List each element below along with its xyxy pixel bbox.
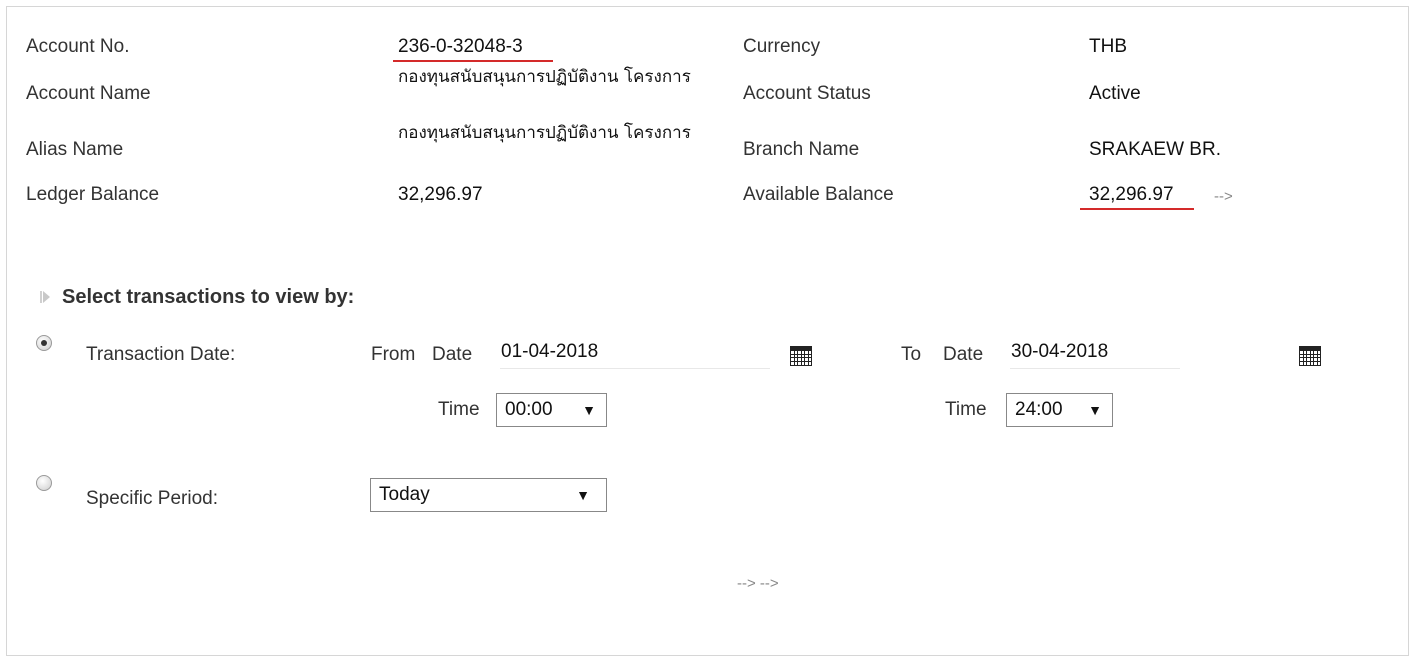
from-time-select[interactable]: 00:00 ▼ [496, 393, 607, 427]
specific-period-label: Specific Period: [86, 488, 219, 509]
ledger-balance-value: 32,296.97 [398, 184, 483, 205]
from-time-value: 00:00 [505, 399, 553, 420]
currency-value: THB [1089, 36, 1127, 57]
from-date-field-line [500, 368, 770, 369]
alias-name-value: กองทุนสนับสนุนการปฏิบัติงาน โครงการ [398, 123, 691, 143]
account-no-label: Account No. [26, 36, 130, 57]
account-panel [6, 6, 1409, 656]
specific-period-value: Today [379, 484, 430, 505]
select-transactions-title: Select transactions to view by: [62, 286, 355, 308]
from-date-input[interactable]: 01-04-2018 [501, 341, 598, 363]
chevron-down-icon: ▼ [1088, 402, 1102, 418]
to-time-label: Time [945, 399, 987, 420]
account-no-underline-mark [393, 60, 553, 62]
from-label: From [371, 344, 416, 365]
radio-selected-dot [41, 340, 47, 346]
account-name-value: กองทุนสนับสนุนการปฏิบัติงาน โครงการ [398, 67, 691, 87]
to-label: To [901, 344, 922, 365]
branch-name-value: SRAKAEW BR. [1089, 139, 1221, 160]
to-time-value: 24:00 [1015, 399, 1063, 420]
chevron-down-icon: ▼ [576, 487, 590, 503]
calendar-icon[interactable] [1299, 346, 1321, 366]
available-balance-arrow: --> [1214, 188, 1233, 205]
account-status-label: Account Status [743, 83, 871, 104]
section-bullet-icon [40, 291, 50, 303]
to-date-label: Date [943, 344, 984, 365]
specific-period-radio[interactable] [36, 475, 52, 491]
from-date-label: Date [432, 344, 473, 365]
calendar-icon[interactable] [790, 346, 812, 366]
account-no-value: 236-0-32048-3 [398, 36, 523, 57]
specific-period-select[interactable]: Today ▼ [370, 478, 607, 512]
alias-name-label: Alias Name [26, 139, 124, 160]
account-name-label: Account Name [26, 83, 151, 104]
branch-name-label: Branch Name [743, 139, 860, 160]
ledger-balance-label: Ledger Balance [26, 184, 160, 205]
transaction-date-radio[interactable] [36, 335, 52, 351]
to-date-field-line [1010, 368, 1180, 369]
transaction-date-label: Transaction Date: [86, 344, 236, 365]
from-time-label: Time [438, 399, 480, 420]
currency-label: Currency [743, 36, 821, 57]
to-time-select[interactable]: 24:00 ▼ [1006, 393, 1113, 427]
available-balance-label: Available Balance [743, 184, 894, 205]
footer-arrows: --> --> [737, 575, 779, 592]
to-date-input[interactable]: 30-04-2018 [1011, 341, 1108, 363]
account-status-value: Active [1089, 83, 1141, 104]
available-balance-value: 32,296.97 [1089, 184, 1174, 205]
available-balance-underline-mark [1080, 208, 1194, 210]
chevron-down-icon: ▼ [582, 402, 596, 418]
